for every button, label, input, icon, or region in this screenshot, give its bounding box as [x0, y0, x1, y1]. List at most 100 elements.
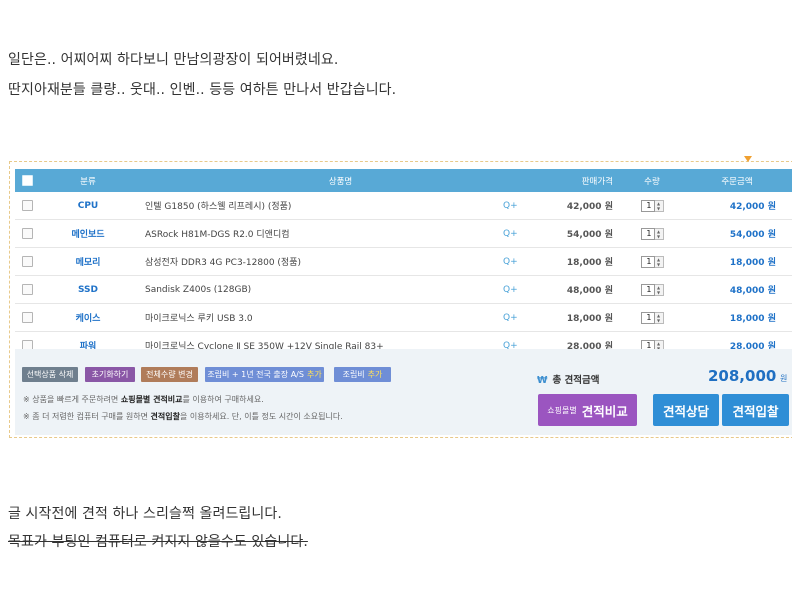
select-all-checkbox-cell[interactable]: [15, 169, 39, 192]
assembly-service-label: 조립비 + 1년 전국 출장 A/S: [207, 370, 304, 379]
total-unit: 원: [780, 374, 788, 383]
quantity-spinner[interactable]: ▲ ▼: [654, 227, 664, 240]
product-name: ASRock H81M-DGS R2.0 디앤디컴: [137, 219, 502, 248]
quantity-spinner[interactable]: ▲ ▼: [654, 283, 664, 296]
order-total: 42,000 원: [681, 192, 792, 220]
note-2-text: ※ 좀 더 저렴한 컴퓨터 구매를 원하면: [23, 412, 151, 421]
table-row: 메인보드 ASRock H81M-DGS R2.0 디앤디컴 Q+ 54,000…: [15, 219, 792, 248]
row-checkbox[interactable]: [21, 200, 33, 211]
quantity-stepper[interactable]: 1 ▲ ▼: [640, 311, 664, 324]
category-link[interactable]: 케이스: [39, 303, 137, 332]
table-header-row: 분류 상품명 판매가격 수량 주문금액: [15, 169, 792, 192]
spin-down-icon[interactable]: ▼: [657, 262, 660, 267]
quantity-spinner[interactable]: ▲ ▼: [654, 255, 664, 268]
note-1-text: ※ 상품을 빠르게 주문하려면: [23, 395, 121, 404]
quantity-spinner[interactable]: ▲ ▼: [654, 199, 664, 212]
order-total: 54,000 원: [681, 219, 792, 248]
zoom-icon[interactable]: Q+: [502, 275, 544, 304]
quantity-stepper[interactable]: 1 ▲ ▼: [640, 283, 664, 296]
zoom-icon[interactable]: Q+: [502, 192, 544, 220]
row-checkbox-cell[interactable]: [15, 247, 39, 276]
price: 18,000 원: [544, 247, 623, 276]
category-link[interactable]: 메인보드: [39, 219, 137, 248]
delete-selected-button[interactable]: 선택상품 삭제: [22, 367, 78, 382]
assembly-service-add: 추가: [306, 370, 322, 379]
row-checkbox[interactable]: [21, 228, 33, 239]
quantity-input[interactable]: 1: [640, 255, 655, 268]
product-name: Sandisk Z400s (128GB): [137, 275, 502, 304]
row-checkbox[interactable]: [21, 284, 33, 295]
outro-line-1: 글 시작전에 견적 하나 스리슬쩍 올려드립니다.: [8, 506, 282, 522]
note-2-bold: 견적입찰: [150, 412, 180, 421]
price: 48,000 원: [544, 275, 623, 304]
price: 54,000 원: [544, 219, 623, 248]
spin-down-icon[interactable]: ▼: [657, 206, 660, 211]
header-order-total: 주문금액: [681, 169, 792, 192]
spin-down-icon[interactable]: ▼: [657, 234, 660, 239]
price: 42,000 원: [544, 192, 623, 220]
assembly-add: 추가: [367, 370, 383, 379]
quantity-stepper[interactable]: 1 ▲ ▼: [640, 227, 664, 240]
total-label: ₩ 총 견적금액: [537, 372, 600, 386]
order-total: 48,000 원: [681, 275, 792, 304]
quote-table: 분류 상품명 판매가격 수량 주문금액 CPU 인텔 G1850 (하스웰 리프…: [15, 169, 792, 360]
quantity-stepper[interactable]: 1 ▲ ▼: [640, 199, 664, 212]
row-checkbox-cell[interactable]: [15, 275, 39, 304]
row-checkbox[interactable]: [21, 312, 33, 323]
table-row: CPU 인텔 G1850 (하스웰 리프레시) (정품) Q+ 42,000 원…: [15, 192, 792, 220]
price: 18,000 원: [544, 303, 623, 332]
assembly-service-button[interactable]: 조립비 + 1년 전국 출장 A/S 추가: [205, 367, 324, 382]
note-2: ※ 좀 더 저렴한 컴퓨터 구매를 원하면 견적입찰을 이용하세요. 단, 이틀…: [23, 411, 343, 422]
outro-line-2: 목표가 부팅인 컴퓨터로 켜지지 않을수도 있습니다.: [8, 534, 308, 550]
note-2-tail: 을 이용하세요. 단, 이틀 정도 시간이 소요됩니다.: [180, 412, 343, 421]
spin-down-icon[interactable]: ▼: [657, 290, 660, 295]
intro-line-1: 일단은.. 어찌어찌 하다보니 만남의광장이 되어버렸네요.: [8, 52, 339, 68]
bid-button[interactable]: 견적입찰: [722, 394, 789, 426]
table-row: 케이스 마이크로닉스 루키 USB 3.0 Q+ 18,000 원 1 ▲ ▼ 18…: [15, 303, 792, 332]
header-category: 분류: [39, 169, 137, 192]
quantity-input[interactable]: 1: [640, 283, 655, 296]
note-1: ※ 상품을 빠르게 주문하려면 쇼핑몰별 견적비교를 이용하여 구매하세요.: [23, 394, 264, 405]
header-price: 판매가격: [544, 169, 623, 192]
zoom-icon[interactable]: Q+: [502, 219, 544, 248]
product-name: 마이크로닉스 루키 USB 3.0: [137, 303, 502, 332]
consult-button[interactable]: 견적상담: [653, 394, 719, 426]
order-total: 18,000 원: [681, 247, 792, 276]
orange-marker-icon: [744, 156, 752, 162]
product-name: 삼성전자 DDR3 4G PC3-12800 (정품): [137, 247, 502, 276]
assembly-label: 조립비: [342, 370, 365, 379]
category-link[interactable]: 메모리: [39, 247, 137, 276]
quantity-spinner[interactable]: ▲ ▼: [654, 311, 664, 324]
zoom-icon[interactable]: Q+: [502, 303, 544, 332]
change-qty-button[interactable]: 전체수량 변경: [141, 367, 198, 382]
note-1-bold: 쇼핑몰별 견적비교: [120, 395, 183, 404]
order-total: 18,000 원: [681, 303, 792, 332]
table-row: 메모리 삼성전자 DDR3 4G PC3-12800 (정품) Q+ 18,00…: [15, 247, 792, 276]
row-checkbox-cell[interactable]: [15, 219, 39, 248]
row-checkbox[interactable]: [21, 256, 33, 267]
category-link[interactable]: SSD: [39, 275, 137, 304]
zoom-icon[interactable]: Q+: [502, 247, 544, 276]
won-icon: ₩: [537, 375, 548, 386]
compare-prefix: 쇼핑몰별: [547, 405, 577, 415]
spin-down-icon[interactable]: ▼: [657, 318, 660, 323]
table-row: SSD Sandisk Z400s (128GB) Q+ 48,000 원 1 ▲…: [15, 275, 792, 304]
intro-line-2: 딴지아재분들 클량.. 웃대.. 인벤.. 등등 여하튼 만나서 반갑습니다.: [8, 82, 397, 98]
total-value: 208,000: [708, 367, 777, 385]
select-all-checkbox[interactable]: [21, 175, 33, 186]
reset-button[interactable]: 초기화하기: [85, 367, 135, 382]
quantity-input[interactable]: 1: [640, 311, 655, 324]
product-name: 인텔 G1850 (하스웰 리프레시) (정품): [137, 192, 502, 220]
note-1-tail: 를 이용하여 구매하세요.: [182, 395, 264, 404]
category-link[interactable]: CPU: [39, 192, 137, 220]
compare-button[interactable]: 쇼핑몰별 견적비교: [538, 394, 637, 426]
total-label-text: 총 견적금액: [552, 375, 600, 386]
header-qty: 수량: [623, 169, 681, 192]
row-checkbox-cell[interactable]: [15, 192, 39, 220]
row-checkbox-cell[interactable]: [15, 303, 39, 332]
quantity-stepper[interactable]: 1 ▲ ▼: [640, 255, 664, 268]
compare-label: 견적비교: [581, 403, 628, 419]
quantity-input[interactable]: 1: [640, 199, 655, 212]
quantity-input[interactable]: 1: [640, 227, 655, 240]
assembly-button[interactable]: 조립비 추가: [334, 367, 391, 382]
